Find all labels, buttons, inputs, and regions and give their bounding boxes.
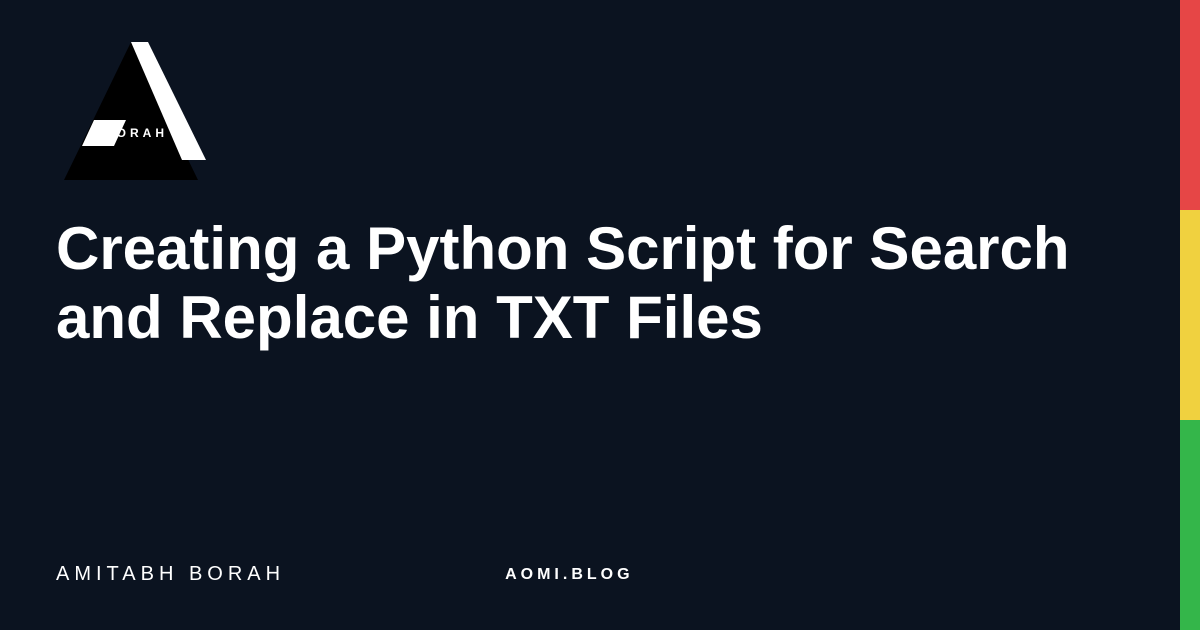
logo-wordmark: BORAH <box>104 126 168 140</box>
stripe-green <box>1180 420 1200 630</box>
stripe-yellow <box>1180 210 1200 420</box>
author-name: AMITABH BORAH <box>56 563 285 586</box>
site-domain: AOMI.BLOG <box>505 566 633 584</box>
post-title: Creating a Python Script for Search and … <box>56 214 1116 352</box>
stripe-red <box>1180 0 1200 210</box>
logo-mark-icon <box>56 36 206 186</box>
card-content: BORAH Creating a Python Script for Searc… <box>0 0 1180 630</box>
accent-stripes <box>1180 0 1200 630</box>
site-logo: BORAH <box>56 36 206 186</box>
meta-row: AMITABH BORAH AOMI.BLOG <box>56 563 1124 586</box>
